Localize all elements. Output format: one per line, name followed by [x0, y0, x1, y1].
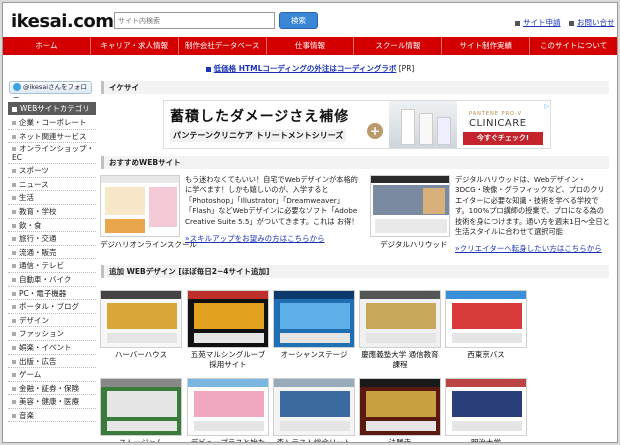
thumb-block — [366, 421, 436, 431]
gallery-label[interactable]: デビュープラスと始た — [187, 438, 269, 442]
thumb-block — [452, 391, 522, 417]
thumb-block — [107, 333, 177, 343]
gallery-item[interactable]: 明治大学 — [445, 378, 527, 442]
page: ikesai.com 検索 サイト申請 お問い合せ ホーム キャリア・求人情報 … — [2, 2, 618, 443]
thumb-block — [107, 303, 177, 329]
gallery-item[interactable]: 慶應義塾大学 通信教育課程 — [359, 290, 441, 370]
gallery-label[interactable]: 西東京バス — [445, 350, 527, 360]
gallery-thumb[interactable] — [100, 290, 182, 348]
thumb-block — [366, 391, 436, 417]
thumb-block — [194, 421, 264, 431]
gallery-label[interactable]: ハーバーハウス — [100, 350, 182, 360]
gallery-item[interactable]: 法勝寺 — [359, 378, 441, 442]
gallery-thumb[interactable] — [445, 378, 527, 436]
thumb-block — [194, 303, 264, 329]
thumb-block — [194, 391, 264, 417]
gallery-label[interactable]: ストージャム — [100, 438, 182, 442]
gallery-item[interactable]: 森トラスト総合リート投 — [273, 378, 355, 442]
thumb-block — [280, 333, 350, 343]
thumb-block — [107, 391, 177, 417]
gallery-thumb[interactable] — [359, 290, 441, 348]
thumb-header — [101, 379, 181, 387]
gallery-label[interactable]: 五苑マルシングルーブ採用サイト — [187, 350, 269, 370]
gallery-thumb[interactable] — [187, 290, 269, 348]
gallery-thumb[interactable] — [445, 290, 527, 348]
thumb-block — [107, 421, 177, 431]
thumb-header — [274, 291, 354, 299]
gallery-item[interactable]: 五苑マルシングルーブ採用サイト — [187, 290, 269, 370]
gallery-label[interactable]: 法勝寺 — [359, 438, 441, 442]
thumb-block — [366, 333, 436, 343]
gallery-label[interactable]: オーシャンステージ — [273, 350, 355, 360]
gallery-item[interactable]: 西東京バス — [445, 290, 527, 360]
thumb-header — [360, 379, 440, 387]
gallery-item[interactable]: オーシャンステージ — [273, 290, 355, 360]
thumb-block — [194, 333, 264, 343]
thumb-header — [446, 291, 526, 299]
gallery-thumb[interactable] — [273, 290, 355, 348]
gallery-label[interactable]: 明治大学 — [445, 438, 527, 442]
gallery-item[interactable]: デビュープラスと始た — [187, 378, 269, 442]
thumb-block — [280, 421, 350, 431]
gallery-item[interactable]: ストージャム — [100, 378, 182, 442]
thumb-block — [280, 391, 350, 417]
thumb-header — [188, 379, 268, 387]
thumb-header — [188, 291, 268, 299]
gallery-thumb[interactable] — [273, 378, 355, 436]
thumb-header — [446, 379, 526, 387]
thumb-header — [274, 379, 354, 387]
thumb-block — [366, 303, 436, 329]
thumb-block — [280, 303, 350, 329]
gallery-label[interactable]: 森トラスト総合リート投 — [273, 438, 355, 442]
thumb-header — [360, 291, 440, 299]
gallery-thumb[interactable] — [100, 378, 182, 436]
gallery-thumb[interactable] — [359, 378, 441, 436]
gallery-thumb[interactable] — [187, 378, 269, 436]
gallery: ハーバーハウス 五苑マルシングルーブ採用サイト オーシャンステージ 慶應義塾大学 通信… — [3, 3, 617, 442]
thumb-block — [452, 421, 522, 431]
thumb-header — [101, 291, 181, 299]
thumb-block — [452, 333, 522, 343]
gallery-label[interactable]: 慶應義塾大学 通信教育課程 — [359, 350, 441, 370]
gallery-item[interactable]: ハーバーハウス — [100, 290, 182, 360]
thumb-block — [452, 303, 522, 329]
